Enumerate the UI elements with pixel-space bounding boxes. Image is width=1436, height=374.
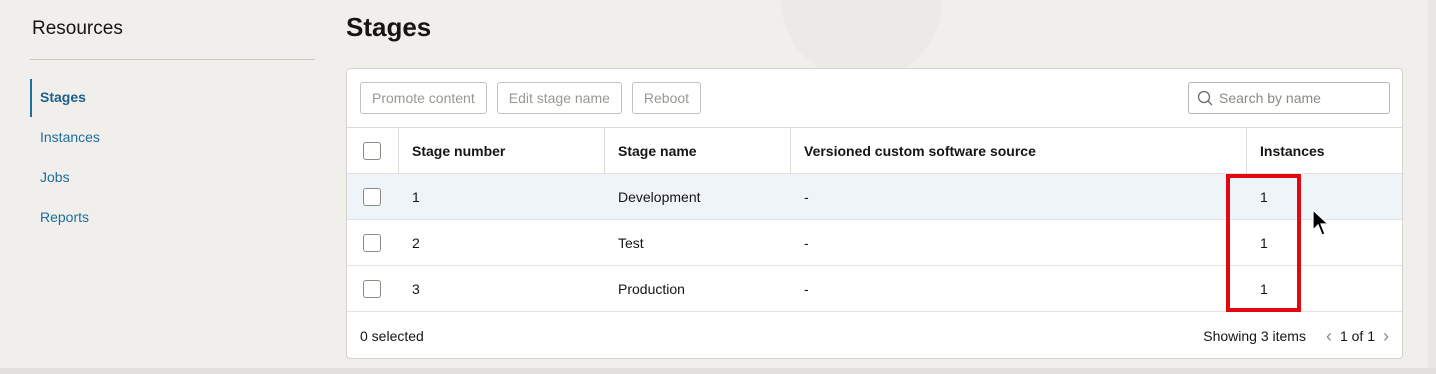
reboot-button[interactable]: Reboot [631,82,702,114]
stage-name-cell: Production [618,280,685,297]
sidebar-nav: Stages Instances Jobs Reports [30,77,310,237]
row-checkbox[interactable] [363,279,381,298]
row-select-cell [347,220,399,266]
sidebar: Resources Stages Instances Jobs Reports [12,0,315,374]
chevron-left-icon[interactable]: ‹ [1326,327,1332,345]
pagination: Showing 3 items ‹ 1 of 1 › [1203,327,1389,345]
table-header: Stage number Stage name Versioned custom… [347,127,1402,174]
search-icon [1197,90,1213,106]
column-header-stage-name[interactable]: Stage name [605,127,791,174]
table-footer: 0 selected Showing 3 items ‹ 1 of 1 › [347,313,1402,359]
horizontal-scrollbar[interactable] [0,368,1436,374]
edit-stage-name-button[interactable]: Edit stage name [496,82,622,114]
row-select-cell [347,266,399,312]
chevron-right-icon[interactable]: › [1383,327,1389,345]
row-checkbox[interactable] [363,187,381,206]
source-cell: - [804,234,809,251]
page-indicator: 1 of 1 [1339,328,1375,344]
mouse-cursor-icon [1312,208,1330,236]
select-all-checkbox[interactable] [363,141,381,160]
search-input[interactable] [1219,90,1369,106]
column-header-stage-number[interactable]: Stage number [399,127,605,174]
highlight-box [1226,174,1301,312]
select-all-cell [347,127,399,174]
selected-count: 0 selected [360,328,424,344]
sidebar-divider [30,59,315,60]
stage-number-cell: 1 [412,188,420,205]
search-box[interactable] [1188,82,1390,114]
page-title: Stages [346,12,432,42]
stage-number-cell: 3 [412,280,420,297]
vertical-scrollbar[interactable] [1428,0,1436,368]
sidebar-item-stages[interactable]: Stages [30,77,310,117]
stage-name-cell: Test [618,234,644,251]
stage-number-cell: 2 [412,234,420,251]
items-count: Showing 3 items [1203,328,1306,344]
column-header-instances[interactable]: Instances [1247,128,1402,174]
sidebar-item-jobs[interactable]: Jobs [30,157,310,197]
source-cell: - [804,280,809,297]
column-header-source[interactable]: Versioned custom software source [791,127,1247,174]
source-cell: - [804,188,809,205]
row-checkbox[interactable] [363,233,381,252]
row-select-cell [347,174,399,220]
stage-name-cell: Development [618,188,701,205]
toolbar: Promote content Edit stage name Reboot [360,82,702,114]
sidebar-title: Resources [32,18,123,39]
sidebar-item-instances[interactable]: Instances [30,117,310,157]
promote-content-button[interactable]: Promote content [360,82,487,114]
sidebar-item-reports[interactable]: Reports [30,197,310,237]
